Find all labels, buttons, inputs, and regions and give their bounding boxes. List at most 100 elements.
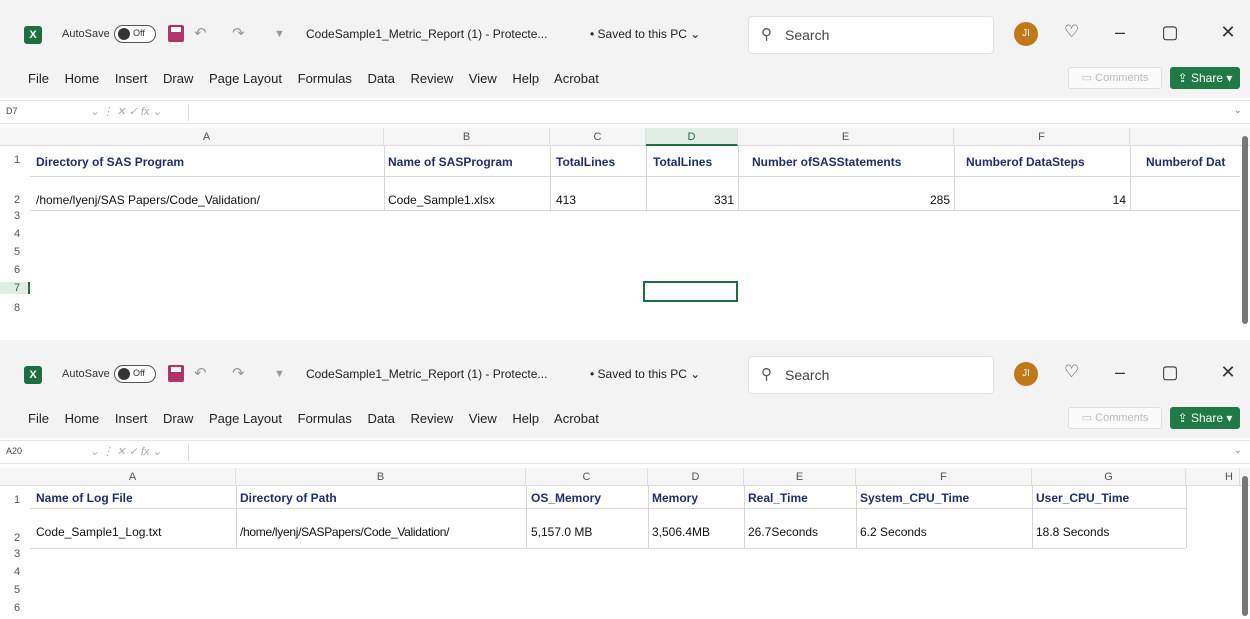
lightbulb-icon[interactable]: ♡	[1064, 22, 1079, 42]
cell-a2[interactable]: /home/lyenj/SAS Papers/Code_Validation/	[36, 193, 381, 207]
lightbulb-icon[interactable]: ♡	[1064, 362, 1079, 382]
row-header[interactable]: 2	[0, 194, 30, 206]
cell-c1[interactable]: OS_Memory	[531, 491, 645, 505]
row-header[interactable]: 4	[0, 228, 30, 240]
cell-d1[interactable]: Memory	[652, 491, 742, 505]
restore-icon[interactable]: ▢	[1160, 22, 1180, 43]
autosave-toggle[interactable]: Off	[114, 365, 156, 383]
row-header[interactable]: 3	[0, 548, 30, 560]
customize-icon[interactable]: ▼	[274, 28, 285, 40]
cell-d1[interactable]: TotalLines	[653, 155, 737, 169]
cell-f1[interactable]: Numberof DataSteps	[966, 155, 1128, 169]
tab-acrobat[interactable]: Acrobat	[554, 411, 599, 426]
autosave-toggle[interactable]: Off	[114, 25, 156, 43]
row-header[interactable]: 2	[0, 532, 30, 544]
column-header-d[interactable]: D	[646, 128, 738, 146]
saved-status[interactable]: • Saved to this PC ⌄	[590, 367, 700, 381]
cell-b2[interactable]: /home/lyenj/SASPapers/Code_Validation/	[240, 525, 524, 539]
close-icon[interactable]: ✕	[1218, 362, 1238, 383]
save-icon[interactable]	[168, 365, 184, 382]
column-header-h[interactable]: H	[1186, 468, 1240, 486]
name-box[interactable]: D7	[6, 106, 18, 116]
chevron-down-icon[interactable]: ⌄	[1234, 445, 1242, 456]
redo-icon[interactable]: ↷	[232, 364, 245, 382]
cell-d2[interactable]: 3,506.4MB	[652, 525, 742, 539]
row-header[interactable]: 4	[0, 566, 30, 578]
search-box[interactable]: ⚲ Search	[748, 16, 994, 54]
cell-c2[interactable]: 413	[556, 193, 644, 207]
tab-draw[interactable]: Draw	[163, 411, 193, 426]
cell-b1[interactable]: Directory of Path	[240, 491, 524, 505]
minimize-icon[interactable]: –	[1110, 362, 1130, 383]
column-header-c[interactable]: C	[526, 468, 648, 486]
column-header-b[interactable]: B	[236, 468, 526, 486]
row-header[interactable]: 6	[0, 264, 30, 276]
cell-g1[interactable]: User_CPU_Time	[1036, 491, 1184, 505]
tab-home[interactable]: Home	[65, 411, 100, 426]
cell-c1[interactable]: TotalLines	[556, 155, 644, 169]
tab-data[interactable]: Data	[367, 411, 394, 426]
row-header[interactable]: 5	[0, 584, 30, 596]
cell-f1[interactable]: System_CPU_Time	[860, 491, 1030, 505]
tab-insert[interactable]: Insert	[115, 71, 148, 86]
undo-icon[interactable]: ↶	[194, 364, 207, 382]
search-box[interactable]: ⚲ Search	[748, 356, 994, 394]
column-header-a[interactable]: A	[30, 128, 384, 146]
tab-page-layout[interactable]: Page Layout	[209, 71, 282, 86]
tab-help[interactable]: Help	[512, 71, 539, 86]
vertical-scrollbar[interactable]	[1242, 476, 1248, 616]
vertical-scrollbar[interactable]	[1242, 136, 1248, 324]
column-header-d[interactable]: D	[648, 468, 744, 486]
tab-formulas[interactable]: Formulas	[298, 71, 352, 86]
cell-b1[interactable]: Name of SASProgram	[388, 155, 548, 169]
tab-file[interactable]: File	[28, 411, 49, 426]
cell-d2[interactable]: 331	[650, 193, 734, 207]
row-header[interactable]: 6	[0, 602, 30, 614]
undo-icon[interactable]: ↶	[194, 24, 207, 42]
customize-icon[interactable]: ▼	[274, 368, 285, 380]
column-header-a[interactable]: A	[30, 468, 236, 486]
cell-a2[interactable]: Code_Sample1_Log.txt	[36, 525, 234, 539]
cell-e2[interactable]: 26.7Seconds	[748, 525, 854, 539]
tab-data[interactable]: Data	[367, 71, 394, 86]
formula-input[interactable]	[188, 444, 1238, 461]
column-header-g[interactable]: G	[1032, 468, 1186, 486]
comments-button[interactable]: ▭ Comments	[1068, 407, 1162, 429]
restore-icon[interactable]: ▢	[1160, 362, 1180, 383]
fx-icon[interactable]: ⌄ ⋮ ✕ ✓ fx ⌄	[90, 445, 162, 458]
row-header[interactable]: 5	[0, 246, 30, 258]
row-header[interactable]: 3	[0, 210, 30, 222]
fx-icon[interactable]: ⌄ ⋮ ✕ ✓ fx ⌄	[90, 105, 162, 118]
tab-page-layout[interactable]: Page Layout	[209, 411, 282, 426]
avatar[interactable]: JI	[1014, 22, 1038, 46]
row-header[interactable]: 8	[0, 302, 30, 314]
cell-e1[interactable]: Number ofSASStatements	[752, 155, 952, 169]
column-header-e[interactable]: E	[744, 468, 856, 486]
comments-button[interactable]: ▭ Comments	[1068, 67, 1162, 89]
cell-g1[interactable]: Numberof Dat	[1146, 155, 1238, 169]
formula-input[interactable]	[188, 104, 1238, 121]
document-title[interactable]: CodeSample1_Metric_Report (1) - Protecte…	[306, 27, 547, 41]
cell-e2[interactable]: 285	[742, 193, 950, 207]
tab-review[interactable]: Review	[411, 411, 454, 426]
avatar[interactable]: JI	[1014, 362, 1038, 386]
redo-icon[interactable]: ↷	[232, 24, 245, 42]
tab-home[interactable]: Home	[65, 71, 100, 86]
cell-c2[interactable]: 5,157.0 MB	[531, 525, 645, 539]
row-header-selected[interactable]: 7	[0, 282, 30, 294]
column-header-f[interactable]: F	[856, 468, 1032, 486]
column-header-e[interactable]: E	[738, 128, 954, 146]
share-button[interactable]: ⇪ Share ▾	[1170, 407, 1240, 429]
close-icon[interactable]: ✕	[1218, 22, 1238, 43]
cell-a1[interactable]: Directory of SAS Program	[36, 155, 381, 169]
save-icon[interactable]	[168, 25, 184, 42]
row-header[interactable]: 1	[0, 494, 30, 506]
column-header-c[interactable]: C	[550, 128, 646, 146]
column-header-b[interactable]: B	[384, 128, 550, 146]
share-button[interactable]: ⇪ Share ▾	[1170, 67, 1240, 89]
saved-status[interactable]: • Saved to this PC ⌄	[590, 27, 700, 41]
tab-acrobat[interactable]: Acrobat	[554, 71, 599, 86]
tab-draw[interactable]: Draw	[163, 71, 193, 86]
minimize-icon[interactable]: –	[1110, 22, 1130, 43]
cell-e1[interactable]: Real_Time	[748, 491, 854, 505]
